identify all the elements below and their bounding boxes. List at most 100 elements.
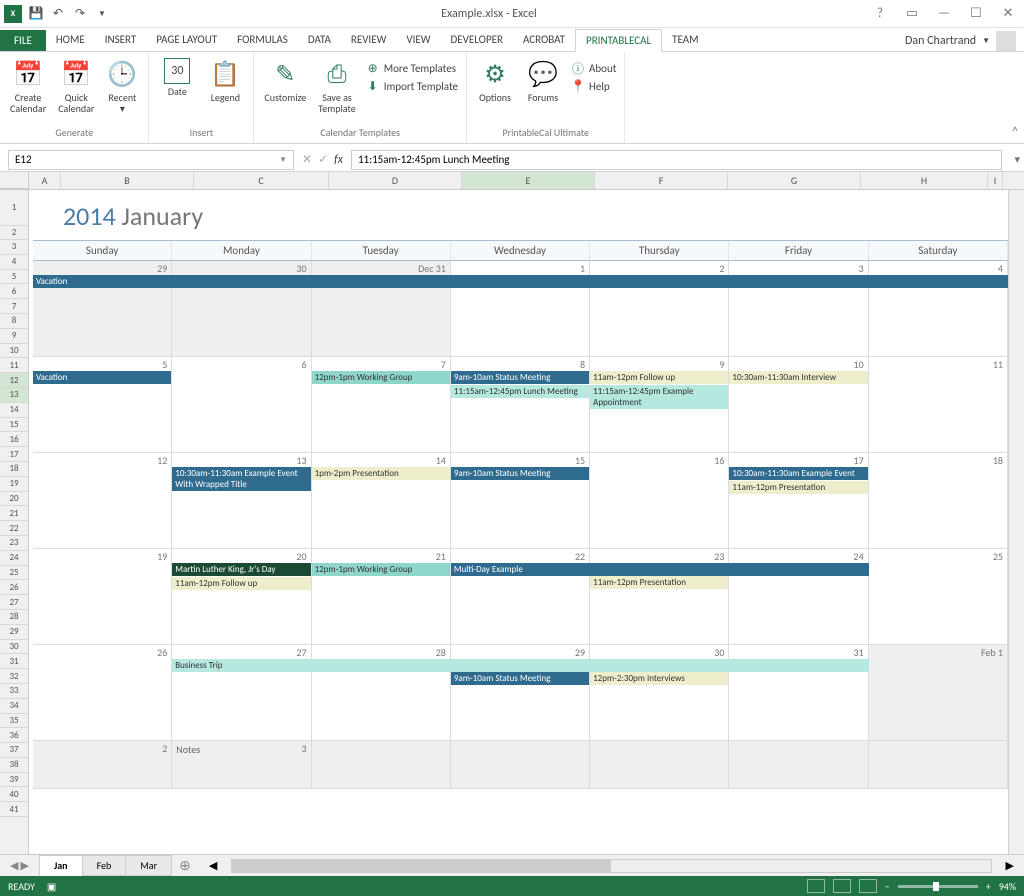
zoom-slider[interactable]	[898, 885, 978, 888]
row-header-13[interactable]: 13	[0, 388, 28, 403]
calendar-event[interactable]: 11am-12pm Presentation	[729, 481, 867, 494]
calendar-day[interactable]: Feb 1	[869, 645, 1008, 740]
row-header-26[interactable]: 26	[0, 580, 28, 595]
calendar-day[interactable]: 141pm-2pm Presentation	[312, 453, 451, 548]
row-header-39[interactable]: 39	[0, 773, 28, 788]
calendar-day[interactable]: 911am-12pm Follow up11:15am-12:45pm Exam…	[590, 357, 729, 452]
row-header-16[interactable]: 16	[0, 432, 28, 447]
tab-team[interactable]: TEAM	[662, 29, 708, 51]
more-templates-button[interactable]: ⊕ More Templates	[364, 60, 460, 76]
row-header-32[interactable]: 32	[0, 669, 28, 684]
column-header-C[interactable]: C	[194, 172, 329, 189]
row-header-28[interactable]: 28	[0, 610, 28, 625]
normal-view-button[interactable]	[807, 879, 825, 893]
calendar-event[interactable]: Martin Luther King, Jr's Day	[172, 563, 310, 576]
calendar-day[interactable]	[451, 741, 590, 788]
page-break-view-button[interactable]	[859, 879, 877, 893]
column-header-H[interactable]: H	[861, 172, 988, 189]
calendar-day[interactable]: 26	[33, 645, 172, 740]
close-icon[interactable]: ✕	[996, 4, 1020, 24]
qat-dropdown-icon[interactable]: ▼	[94, 6, 110, 22]
calendar-day[interactable]: 159am-10am Status Meeting	[451, 453, 590, 548]
calendar-event[interactable]: 9am-10am Status Meeting	[451, 371, 589, 384]
chevron-down-icon[interactable]: ▼	[279, 155, 287, 165]
column-header-E[interactable]: E	[462, 172, 595, 189]
row-header-3[interactable]: 3	[0, 240, 28, 255]
redo-icon[interactable]: ↷	[72, 6, 88, 22]
zoom-level[interactable]: 94%	[999, 880, 1016, 893]
calendar-day[interactable]: 11	[869, 357, 1008, 452]
row-header-21[interactable]: 21	[0, 506, 28, 521]
select-all-corner[interactable]	[0, 172, 29, 189]
row-header-34[interactable]: 34	[0, 699, 28, 714]
worksheet-content[interactable]: 2014 January SundayMondayTuesdayWednesda…	[29, 190, 1024, 854]
tab-printablecal[interactable]: PRINTABLECAL	[575, 29, 662, 52]
calendar-day[interactable]: 712pm-1pm Working Group	[312, 357, 451, 452]
row-header-19[interactable]: 19	[0, 477, 28, 492]
calendar-event[interactable]: 12pm-2:30pm Interviews	[590, 672, 728, 685]
macro-record-icon[interactable]: ▣	[47, 880, 56, 893]
collapse-ribbon-icon[interactable]: ^	[1012, 125, 1018, 139]
add-sheet-button[interactable]: ⊕	[171, 854, 199, 877]
calendar-day[interactable]: 19	[33, 549, 172, 644]
save-as-template-button[interactable]: ⎙ Save asTemplate	[314, 56, 359, 116]
sheet-tab-feb[interactable]: Feb	[82, 855, 127, 876]
calendar-day[interactable]	[312, 741, 451, 788]
row-header-4[interactable]: 4	[0, 255, 28, 270]
calendar-event[interactable]: 12pm-1pm Working Group	[312, 371, 450, 384]
tab-acrobat[interactable]: ACROBAT	[513, 29, 575, 51]
tab-home[interactable]: HOME	[46, 29, 95, 51]
calendar-day[interactable]: 12	[33, 453, 172, 548]
row-header-25[interactable]: 25	[0, 566, 28, 581]
calendar-event[interactable]: 9am-10am Status Meeting	[451, 672, 589, 685]
tab-view[interactable]: VIEW	[396, 29, 440, 51]
expand-formula-icon[interactable]: ▾	[1010, 153, 1024, 166]
calendar-day[interactable]: 1010:30am-11:30am Interview	[729, 357, 868, 452]
tab-data[interactable]: DATA	[298, 29, 341, 51]
calendar-event[interactable]: 10:30am-11:30am Interview	[729, 371, 867, 384]
quick-calendar-button[interactable]: 📅 QuickCalendar	[54, 56, 98, 116]
file-tab[interactable]: FILE	[0, 30, 46, 51]
sheet-tab-jan[interactable]: Jan	[39, 855, 83, 876]
name-box[interactable]: E12 ▼	[8, 150, 294, 170]
tab-developer[interactable]: DEVELOPER	[441, 29, 513, 51]
row-header-41[interactable]: 41	[0, 802, 28, 817]
row-header-15[interactable]: 15	[0, 418, 28, 433]
row-header-10[interactable]: 10	[0, 344, 28, 359]
calendar-day[interactable]: 3Notes	[172, 741, 311, 788]
row-header-2[interactable]: 2	[0, 226, 28, 240]
calendar-day[interactable]: 25	[869, 549, 1008, 644]
save-icon[interactable]: 💾	[28, 6, 44, 22]
tab-page-layout[interactable]: PAGE LAYOUT	[146, 29, 227, 51]
calendar-day[interactable]: 1710:30am-11:30am Example Event11am-12pm…	[729, 453, 868, 548]
page-layout-view-button[interactable]	[833, 879, 851, 893]
help-icon[interactable]: ?	[868, 4, 892, 24]
zoom-in-button[interactable]: +	[986, 880, 991, 893]
row-header-38[interactable]: 38	[0, 758, 28, 773]
customize-button[interactable]: ✎ Customize	[260, 56, 310, 105]
calendar-event[interactable]: 9am-10am Status Meeting	[451, 467, 589, 480]
row-header-14[interactable]: 14	[0, 403, 28, 418]
row-header-36[interactable]: 36	[0, 728, 28, 743]
tab-formulas[interactable]: FORMULAS	[227, 29, 298, 51]
row-header-22[interactable]: 22	[0, 521, 28, 536]
row-header-18[interactable]: 18	[0, 462, 28, 477]
row-header-11[interactable]: 11	[0, 358, 28, 373]
calendar-event[interactable]: 10:30am-11:30am Example Event With Wrapp…	[172, 467, 310, 491]
calendar-event[interactable]: 12pm-1pm Working Group	[312, 563, 450, 576]
sheet-tab-mar[interactable]: Mar	[125, 855, 172, 876]
calendar-event[interactable]: 11:15am-12:45pm Example Appointment	[590, 385, 728, 409]
calendar-day[interactable]: 2112pm-1pm Working Group	[312, 549, 451, 644]
calendar-event-spanner[interactable]: Multi-Day Example	[451, 563, 869, 576]
calendar-event[interactable]: 10:30am-11:30am Example Event	[729, 467, 867, 480]
calendar-day[interactable]: 16	[590, 453, 729, 548]
column-header-G[interactable]: G	[728, 172, 861, 189]
calendar-day[interactable]: 18	[869, 453, 1008, 548]
row-header-27[interactable]: 27	[0, 595, 28, 610]
calendar-event-spanner[interactable]: Vacation	[33, 275, 1008, 288]
minimize-icon[interactable]: —	[932, 4, 956, 24]
calendar-event[interactable]: 1pm-2pm Presentation	[312, 467, 450, 480]
calendar-day[interactable]	[869, 741, 1008, 788]
column-header-B[interactable]: B	[61, 172, 194, 189]
calendar-event[interactable]: 11am-12pm Follow up	[172, 577, 310, 590]
